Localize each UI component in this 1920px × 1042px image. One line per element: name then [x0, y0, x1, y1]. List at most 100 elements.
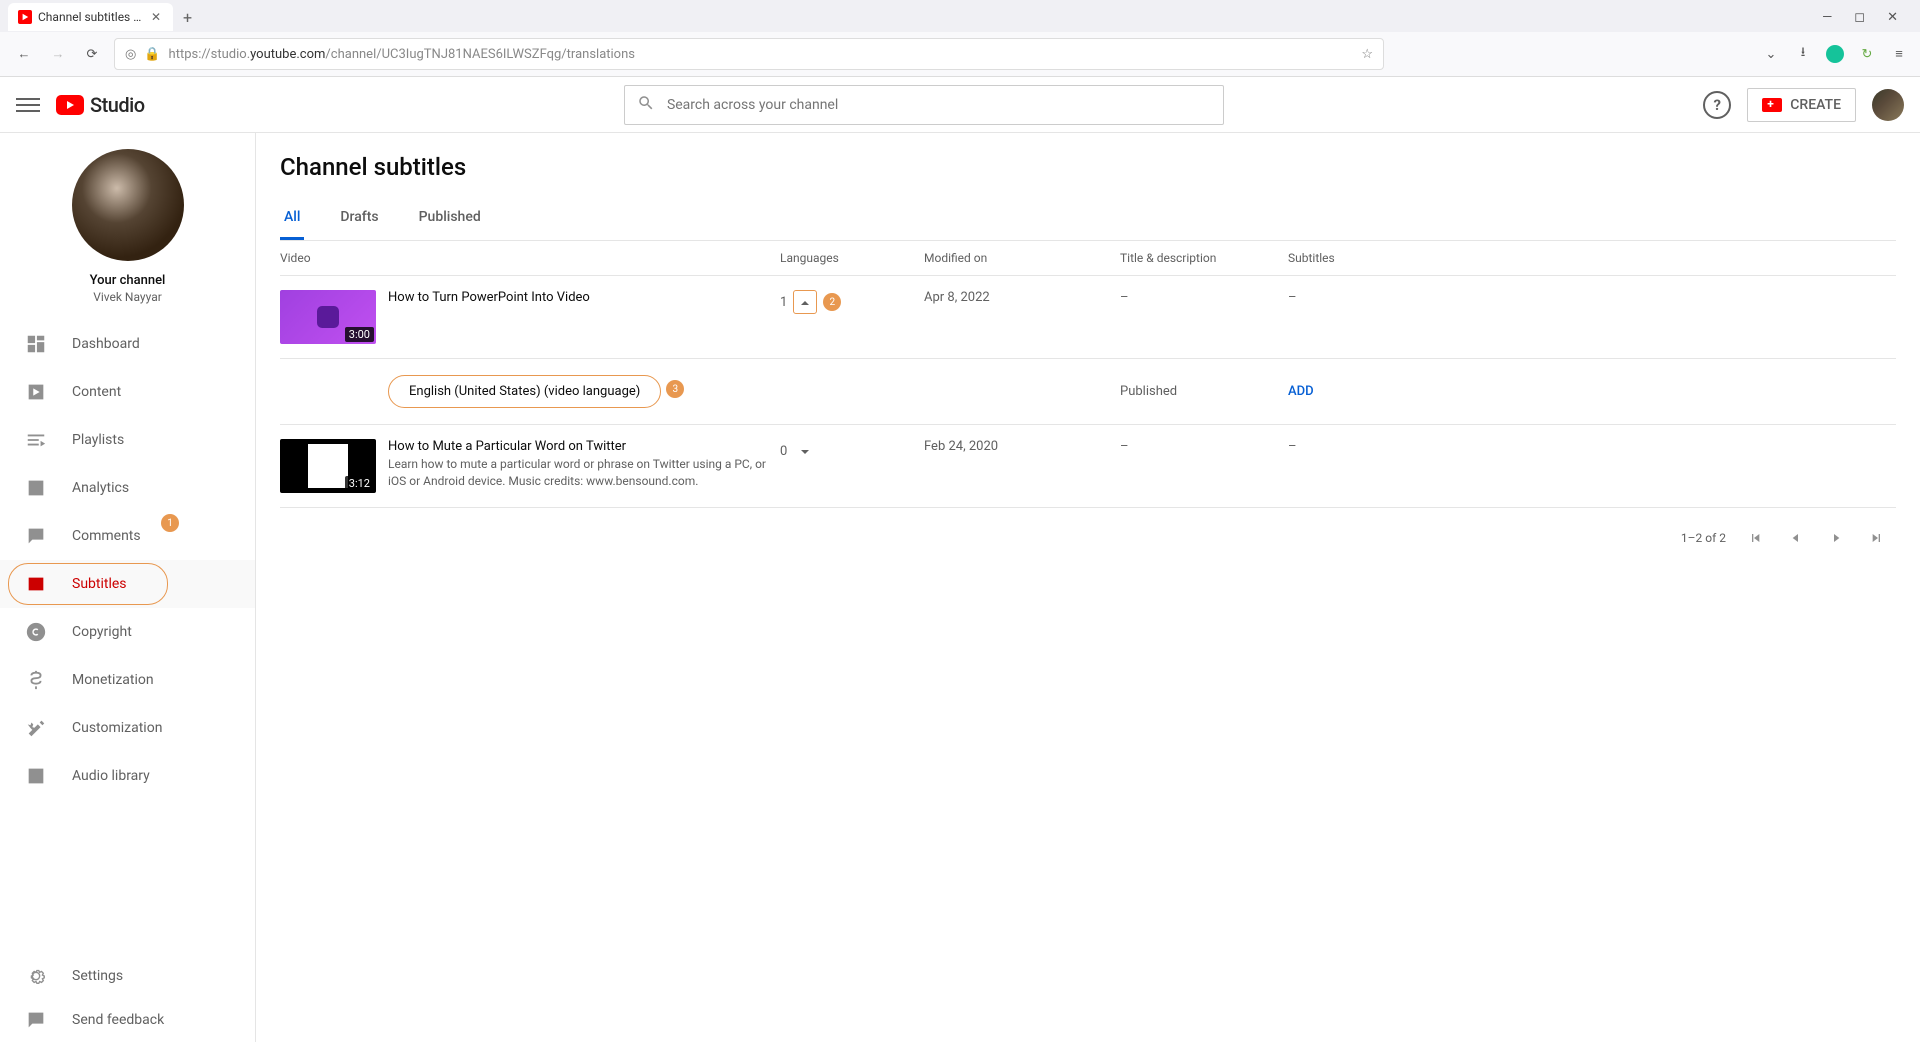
sidebar-item-playlists[interactable]: Playlists	[0, 416, 255, 464]
video-thumbnail[interactable]: 3:12	[280, 439, 376, 493]
sidebar-item-label: Playlists	[72, 432, 124, 448]
studio-logo[interactable]: Studio	[56, 93, 145, 117]
table-row[interactable]: 3:00 How to Turn PowerPoint Into Video 1…	[280, 276, 1896, 359]
channel-avatar[interactable]	[72, 149, 184, 261]
expand-button[interactable]	[793, 439, 817, 463]
extension-icon[interactable]: ↻	[1858, 45, 1876, 63]
browser-chrome: Channel subtitles - YouTube St ✕ + — ◻ ✕…	[0, 0, 1920, 77]
chevron-down-icon	[800, 446, 810, 456]
sidebar-item-label: Settings	[72, 968, 123, 984]
browser-tab[interactable]: Channel subtitles - YouTube St ✕	[8, 3, 173, 31]
language-subrow: English (United States) (video language)…	[280, 359, 1896, 425]
sidebar-item-copyright[interactable]: Copyright	[0, 608, 255, 656]
tab-bar: Channel subtitles - YouTube St ✕ + — ◻ ✕	[0, 0, 1920, 32]
shield-icon: ◎	[125, 47, 136, 62]
col-subtitles: Subtitles	[1288, 251, 1896, 265]
callout-badge: 2	[823, 293, 841, 311]
sidebar-item-label: Comments	[72, 528, 141, 544]
language-count: 1	[780, 295, 787, 310]
sidebar-item-settings[interactable]: Settings	[0, 954, 255, 998]
search-input[interactable]	[667, 97, 1211, 113]
pager: 1–2 of 2	[280, 508, 1896, 568]
modified-date: Apr 8, 2022	[924, 290, 1120, 305]
tab-all[interactable]: All	[280, 197, 304, 240]
video-description: Learn how to mute a particular word or p…	[388, 456, 780, 490]
video-title: How to Turn PowerPoint Into Video	[388, 290, 780, 305]
subrow-titledesc: Published	[1120, 384, 1288, 399]
window-controls: — ◻ ✕	[1822, 10, 1912, 25]
duration-badge: 3:12	[345, 476, 374, 491]
create-button[interactable]: CREATE	[1747, 88, 1856, 122]
new-tab-button[interactable]: +	[183, 8, 192, 27]
last-page-button[interactable]	[1866, 528, 1886, 548]
customization-icon	[24, 718, 48, 738]
title-desc-value: –	[1120, 290, 1288, 305]
language-count: 0	[780, 444, 787, 459]
sidebar-item-label: Dashboard	[72, 336, 140, 352]
search-box[interactable]	[624, 85, 1224, 125]
sidebar-item-feedback[interactable]: Send feedback	[0, 998, 255, 1042]
gear-icon	[24, 966, 48, 986]
main-content: Channel subtitles All Drafts Published V…	[256, 133, 1920, 1042]
bookmark-icon[interactable]: ☆	[1361, 47, 1373, 62]
lock-icon: 🔒	[144, 47, 160, 62]
address-bar: ← → ⟳ ◎ 🔒 https://studio.youtube.com/cha…	[0, 32, 1920, 76]
sidebar-item-audio-library[interactable]: Audio library	[0, 752, 255, 800]
close-window-icon[interactable]: ✕	[1887, 10, 1898, 25]
youtube-favicon	[18, 10, 32, 24]
sidebar-item-customization[interactable]: Customization	[0, 704, 255, 752]
callout-badge: 1	[161, 514, 179, 532]
sidebar-item-label: Subtitles	[72, 576, 127, 592]
subtitles-value: –	[1288, 290, 1896, 305]
channel-name: Vivek Nayyar	[93, 290, 162, 304]
first-page-button[interactable]	[1746, 528, 1766, 548]
sidebar-item-comments[interactable]: Comments 1	[0, 512, 255, 560]
close-icon[interactable]: ✕	[149, 10, 163, 24]
maximize-icon[interactable]: ◻	[1854, 10, 1865, 25]
sidebar-item-monetization[interactable]: Monetization	[0, 656, 255, 704]
prev-page-button[interactable]	[1786, 528, 1806, 548]
help-icon[interactable]: ?	[1703, 91, 1731, 119]
app-header: Studio ? CREATE	[0, 77, 1920, 133]
channel-label: Your channel	[90, 273, 166, 288]
tabs: All Drafts Published	[280, 197, 1896, 241]
callout-badge: 3	[666, 380, 684, 398]
duration-badge: 3:00	[345, 327, 374, 342]
language-pill[interactable]: English (United States) (video language)…	[388, 375, 661, 408]
sidebar-item-content[interactable]: Content	[0, 368, 255, 416]
download-icon[interactable]: ⭳	[1794, 45, 1812, 63]
create-icon	[1762, 98, 1782, 112]
minimize-icon[interactable]: —	[1822, 10, 1832, 25]
table-row[interactable]: 3:12 How to Mute a Particular Word on Tw…	[280, 425, 1896, 508]
tab-drafts[interactable]: Drafts	[336, 197, 382, 240]
sidebar-item-dashboard[interactable]: Dashboard	[0, 320, 255, 368]
sidebar-item-analytics[interactable]: Analytics	[0, 464, 255, 512]
tab-published[interactable]: Published	[415, 197, 485, 240]
next-page-button[interactable]	[1826, 528, 1846, 548]
pocket-icon[interactable]: ⌄	[1762, 45, 1780, 63]
subtitles-value: –	[1288, 439, 1896, 454]
expand-button[interactable]	[793, 290, 817, 314]
video-title: How to Mute a Particular Word on Twitter	[388, 439, 780, 454]
grammarly-icon[interactable]	[1826, 45, 1844, 63]
sidebar-item-label: Customization	[72, 720, 162, 736]
back-button[interactable]: ←	[12, 42, 36, 66]
sidebar-item-subtitles[interactable]: Subtitles	[0, 560, 255, 608]
col-video: Video	[280, 251, 780, 265]
hamburger-icon[interactable]	[16, 98, 40, 112]
menu-icon[interactable]: ≡	[1890, 45, 1908, 63]
logo-text: Studio	[90, 93, 145, 117]
dashboard-icon	[24, 334, 48, 354]
page-title: Channel subtitles	[280, 153, 1896, 181]
content-icon	[24, 382, 48, 402]
monetization-icon	[24, 670, 48, 690]
modified-date: Feb 24, 2020	[924, 439, 1120, 454]
add-subtitles-link[interactable]: ADD	[1288, 384, 1314, 399]
forward-button[interactable]: →	[46, 42, 70, 66]
search-icon	[637, 94, 655, 116]
col-title-desc: Title & description	[1120, 251, 1288, 265]
avatar[interactable]	[1872, 89, 1904, 121]
video-thumbnail[interactable]: 3:00	[280, 290, 376, 344]
url-input[interactable]: ◎ 🔒 https://studio.youtube.com/channel/U…	[114, 38, 1384, 70]
reload-button[interactable]: ⟳	[80, 42, 104, 66]
